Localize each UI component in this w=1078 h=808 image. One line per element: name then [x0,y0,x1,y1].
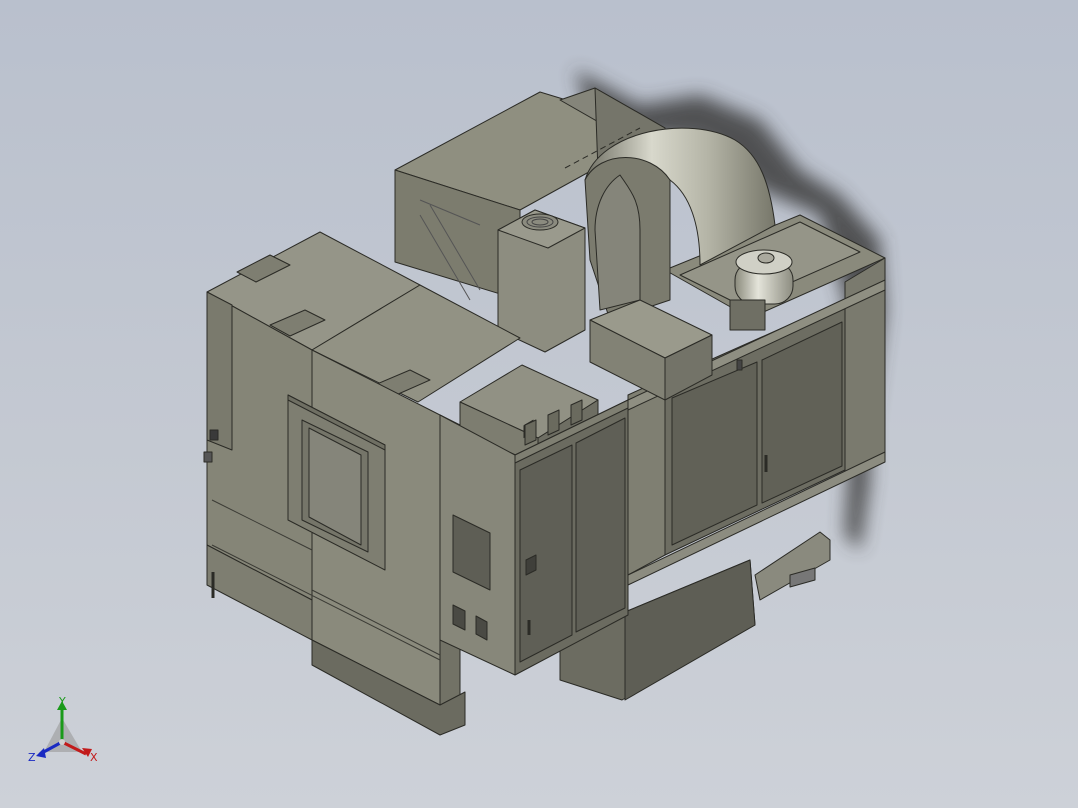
conveyor-rail [754,531,831,601]
triad-z-label: Z [28,751,36,764]
machine-model-3d[interactable] [0,0,1078,808]
graphics-viewport[interactable]: Y X Z [0,0,1078,808]
coordinate-triad: Y X Z [26,694,106,770]
cabinet-door-right [575,417,626,633]
triad-x-label: X [90,751,98,764]
triad-y-label: Y [59,695,66,708]
